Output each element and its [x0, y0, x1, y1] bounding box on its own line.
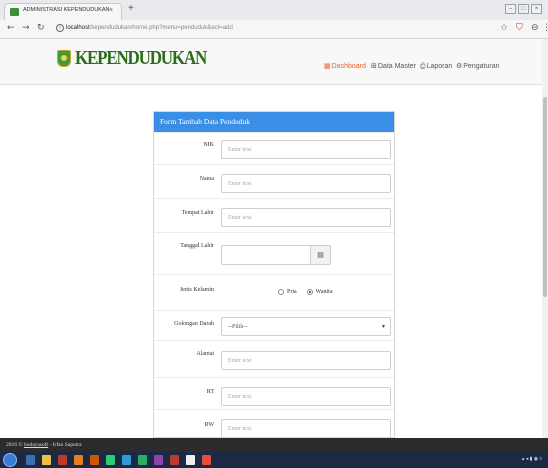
jenis-kelamin-label: Jenis Kelamin	[179, 287, 214, 293]
menu-item-dashboard[interactable]: ▦ Dashboard	[324, 62, 366, 70]
radio-wanita[interactable]: Wanita	[306, 289, 333, 295]
golongan-darah-select[interactable]: --Pilih-- ▾	[221, 317, 391, 336]
main-menu-3: ⎙ Laporan	[420, 62, 452, 71]
browser-tab[interactable]: ADMINISTRASI KEPENDUDUKAN ×	[4, 3, 122, 20]
calendar-icon[interactable]: ▤	[310, 246, 330, 264]
radio-wanita-circle[interactable]	[306, 289, 313, 295]
form-row-tanggal-lahir: Tanggal Lahir ▤	[154, 232, 394, 274]
form-row-rw: RW	[154, 409, 394, 437]
form-row-jenis-kelamin: Jenis Kelamin Pria Wanita	[154, 274, 394, 310]
rt-input[interactable]	[221, 387, 391, 406]
golongan-darah-label: Golongan Darah	[174, 321, 214, 327]
start-button-icon[interactable]	[3, 453, 17, 467]
grid-icon: ⊞	[371, 62, 377, 70]
forward-icon[interactable]: →	[22, 23, 30, 33]
form-row-tempat-lahir: Tempat Lahir	[154, 198, 394, 232]
rt-label: RT	[206, 389, 214, 395]
form-row-nama: Nama	[154, 164, 394, 198]
profile-icon[interactable]: ⊖	[531, 23, 539, 33]
taskbar-app-icon[interactable]	[202, 455, 211, 465]
dashboard-icon: ▦	[324, 62, 331, 70]
taskbar-app-icon[interactable]	[122, 455, 131, 465]
nik-input[interactable]	[221, 140, 391, 159]
reload-icon[interactable]: ↻	[37, 23, 45, 33]
folder-icon[interactable]	[42, 455, 51, 465]
form-panel: Form Tambah Data Penduduk NIK Nama Tempa…	[153, 111, 395, 438]
page-footer: 2016 © budayasoft - Irfan Saputra	[0, 438, 548, 452]
form-row-alamat: Alamat	[154, 340, 394, 377]
browser-tab-bar: ADMINISTRASI KEPENDUDUKAN × + – □ ×	[0, 0, 548, 20]
scrollbar-thumb[interactable]	[543, 97, 547, 297]
favicon-icon	[10, 8, 19, 16]
nik-label: NIK	[203, 142, 214, 148]
radio-pria[interactable]: Pria	[278, 289, 297, 295]
extension-shield-icon[interactable]: ⛉	[516, 23, 523, 33]
system-tray[interactable]: ▴ ◂ ▮ ◉ ◊	[522, 456, 542, 462]
url-field[interactable]: localhost/kependudukan/home.php?menu=pen…	[66, 25, 233, 31]
taskbar-app-icon[interactable]	[90, 455, 99, 465]
info-icon[interactable]: i	[56, 24, 64, 32]
golongan-darah-value: --Pilih--	[228, 324, 248, 330]
window-controls: – □ ×	[505, 4, 542, 14]
tempat-lahir-label: Tempat Lahir	[181, 210, 214, 216]
maximize-icon[interactable]: □	[518, 4, 529, 14]
taskbar-app-icon[interactable]	[58, 455, 67, 465]
gear-icon: ⚙	[456, 62, 463, 70]
nama-label: Nama	[199, 176, 214, 182]
footer-author: - Irfan Saputra	[49, 442, 82, 448]
form-row-golongan-darah: Golongan Darah --Pilih-- ▾	[154, 310, 394, 340]
taskbar-app-icon[interactable]	[186, 455, 195, 465]
address-bar: ← → ↻ i localhost/kependudukan/home.php?…	[0, 20, 548, 39]
menu-item-laporan[interactable]: ⎙ Laporan	[420, 62, 452, 71]
taskbar-app-icon[interactable]	[26, 455, 35, 465]
star-icon[interactable]: ☆	[500, 23, 508, 33]
window-close-icon[interactable]: ×	[531, 4, 542, 14]
footer-copyright: 2016 ©	[6, 442, 23, 448]
nama-input[interactable]	[221, 174, 391, 193]
tempat-lahir-input[interactable]	[221, 208, 391, 227]
main-menu: ▦ Dashboard	[324, 62, 366, 70]
main-menu-2: ⊞ Data Master	[371, 62, 416, 70]
tanggal-lahir-input[interactable]	[222, 246, 310, 264]
form-row-rt: RT	[154, 377, 394, 409]
jenis-kelamin-radio-group: Pria Wanita	[278, 289, 333, 295]
taskbar-app-icon[interactable]	[170, 455, 179, 465]
tanggal-lahir-label: Tanggal Lahir	[180, 243, 214, 249]
rw-label: RW	[204, 422, 214, 428]
menu-dots-icon[interactable]: ⋮	[542, 23, 548, 33]
menu-item-data-master[interactable]: ⊞ Data Master	[371, 62, 416, 70]
print-icon: ⎙	[420, 62, 426, 70]
radio-pria-circle[interactable]	[278, 289, 284, 295]
app-navbar: KEPENDUDUKAN ▦ Dashboard ⊞ Data Master ⎙…	[0, 39, 548, 85]
close-tab-icon[interactable]: ×	[109, 7, 113, 14]
taskbar-app-icon[interactable]	[138, 455, 147, 465]
taskbar-app-icon[interactable]	[74, 455, 83, 465]
minimize-icon[interactable]: –	[505, 4, 516, 14]
os-taskbar: ▴ ◂ ▮ ◉ ◊	[0, 452, 548, 468]
form-title: Form Tambah Data Penduduk	[154, 112, 394, 132]
form-row-nik: NIK	[154, 132, 394, 164]
main-menu-4: ⚙ Pengaturan	[456, 62, 499, 70]
tanggal-lahir-datepicker: ▤	[221, 245, 331, 265]
page-scrollbar[interactable]	[542, 39, 548, 439]
logo-icon	[57, 49, 71, 67]
taskbar-app-icon[interactable]	[154, 455, 163, 465]
back-icon[interactable]: ←	[7, 23, 15, 33]
rw-input[interactable]	[221, 419, 391, 437]
new-tab-button[interactable]: +	[128, 3, 134, 14]
caret-down-icon: ▾	[381, 323, 385, 330]
brand[interactable]: KEPENDUDUKAN	[57, 46, 207, 69]
taskbar-app-icon[interactable]	[106, 455, 115, 465]
alamat-label: Alamat	[196, 351, 214, 357]
alamat-input[interactable]	[221, 351, 391, 370]
footer-link[interactable]: budayasoft	[24, 442, 48, 448]
menu-item-pengaturan[interactable]: ⚙ Pengaturan	[456, 62, 499, 70]
brand-text: KEPENDUDUKAN	[75, 46, 207, 69]
tab-title: ADMINISTRASI KEPENDUDUKAN	[23, 7, 110, 13]
